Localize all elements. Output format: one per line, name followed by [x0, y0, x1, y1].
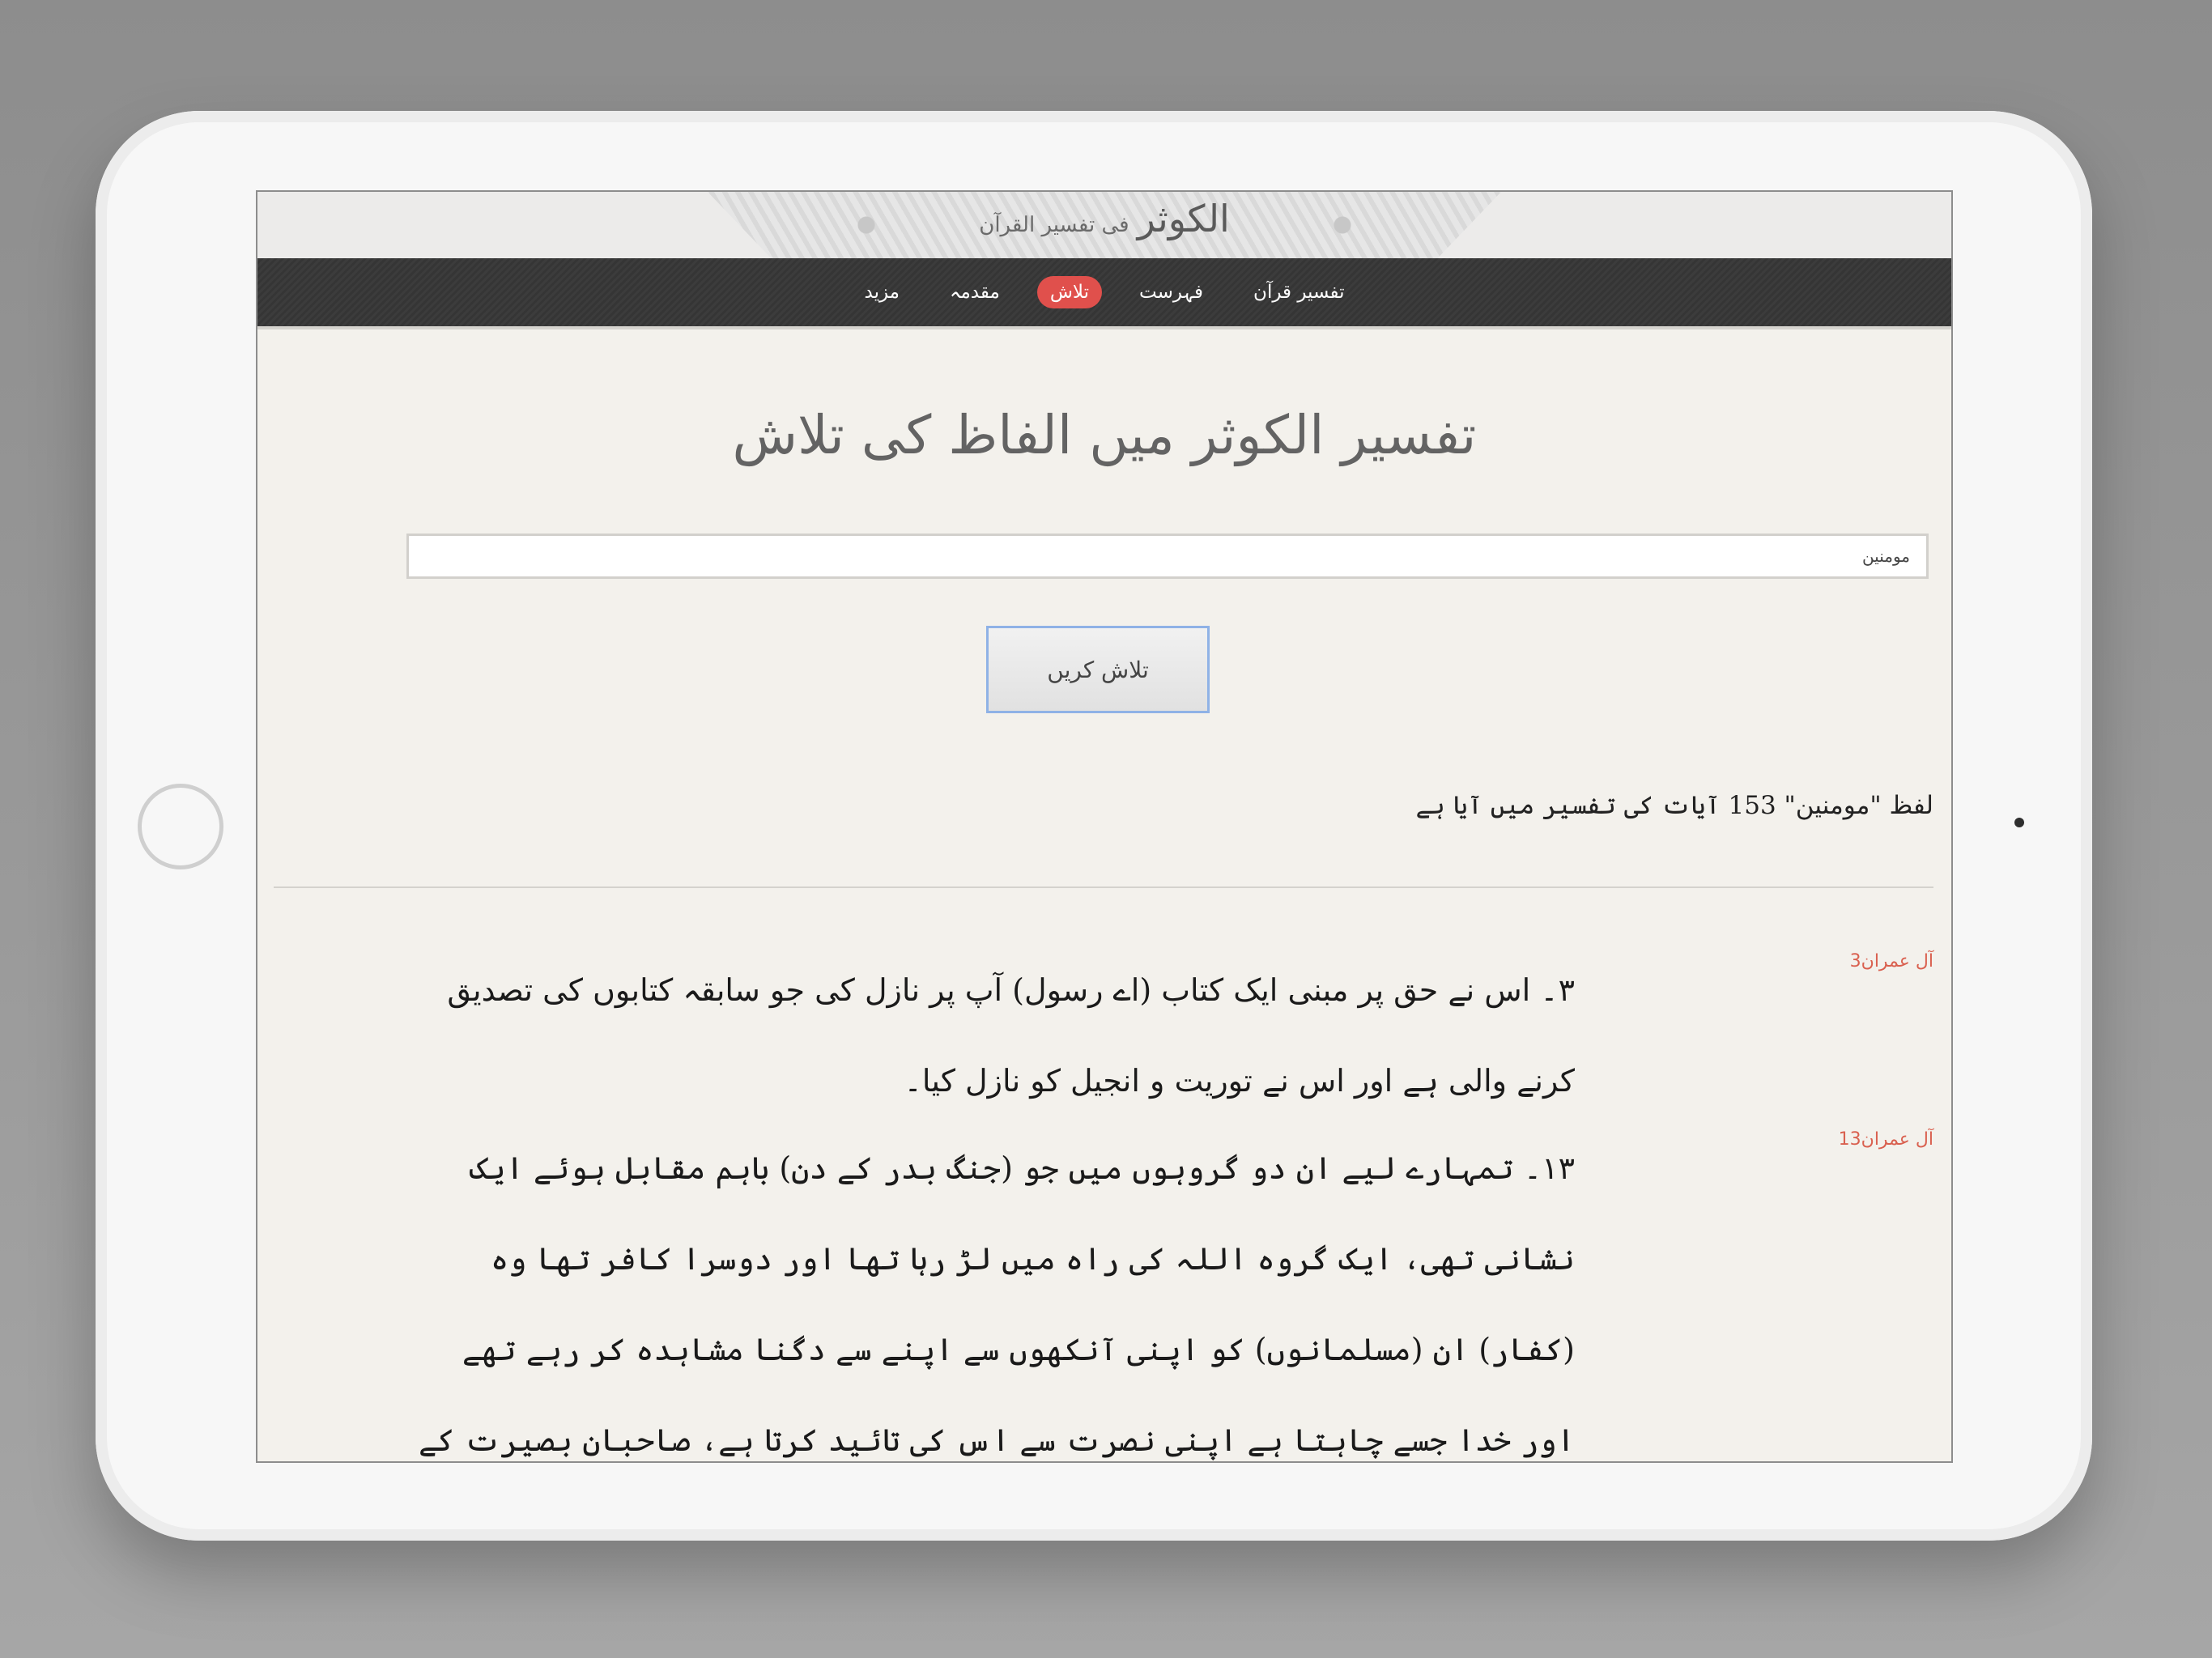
verse-text: ۱۳۔ تمہارے لیے ان دو گروہوں میں جو (جنگ … [418, 1150, 1575, 1458]
home-button[interactable] [138, 784, 223, 869]
search-button[interactable]: تلاش کریں [986, 626, 1210, 713]
nav-item-introduction[interactable]: مقدمہ [937, 276, 1013, 308]
logo-main-text: الکوثر [1137, 197, 1230, 240]
nav-menu: تفسیر قرآن فہرست تلاش مقدمہ مزید [257, 276, 1951, 308]
results-divider [274, 886, 1933, 888]
verse-text: ۳۔ اس نے حق پر مبنی ایک کتاب (اے رسول) آ… [447, 972, 1575, 1099]
header-banner: الکوثر فی تفسیر القرآن [257, 192, 1951, 258]
nav-item-more[interactable]: مزید [852, 276, 912, 308]
tablet-frame: الکوثر فی تفسیر القرآن تفسیر قرآن فہرست ت… [96, 111, 2092, 1541]
camera-dot [2014, 818, 2024, 827]
app-screen: الکوثر فی تفسیر القرآن تفسیر قرآن فہرست ت… [256, 190, 1953, 1463]
result-summary: لفظ "مومنین" 153 آیات کی تفسیر میں آیا ہ… [1415, 791, 1933, 820]
verse-reference-link[interactable]: آل عمران13 [1839, 1129, 1933, 1150]
verse-reference-link[interactable]: آل عمران3 [1850, 951, 1933, 971]
page-title: تفسیر الکوثر میں الفاظ کی تلاش [732, 404, 1477, 466]
nav-item-tafseer[interactable]: تفسیر قرآن [1240, 276, 1357, 308]
logo-sub-text: فی تفسیر القرآن [979, 213, 1129, 237]
site-logo[interactable]: الکوثر فی تفسیر القرآن [979, 197, 1230, 240]
search-input[interactable] [406, 534, 1929, 579]
nav-item-search[interactable]: تلاش [1036, 276, 1103, 308]
nav-item-index[interactable]: فہرست [1126, 276, 1216, 308]
main-navbar: تفسیر قرآن فہرست تلاش مقدمہ مزید [257, 258, 1951, 329]
